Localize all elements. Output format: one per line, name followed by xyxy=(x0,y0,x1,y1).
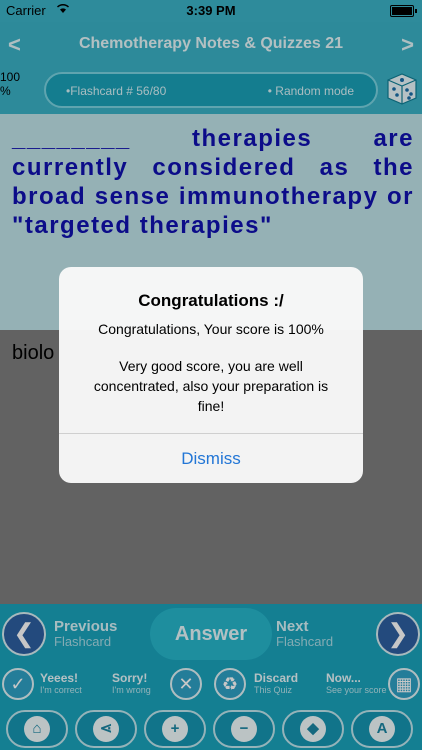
grading-row: ✓ Yeees! I'm correct Sorry! I'm wrong ✕ … xyxy=(0,664,422,706)
zoom-in-button[interactable]: + xyxy=(144,710,206,748)
answer-text: biolo xyxy=(12,342,55,364)
next-label: Next xyxy=(276,618,309,635)
correct-label: Yeees! xyxy=(40,671,79,685)
flashcard-info-bar: 100 % •Flashcard # 56/80 • Random mode xyxy=(0,68,422,114)
bucket-icon: ◆ xyxy=(300,716,326,742)
check-icon: ✓ xyxy=(2,668,34,700)
alert-title: Congratulations :/ xyxy=(138,291,284,310)
see-score-button[interactable]: Now... See your score ▦ xyxy=(320,664,422,704)
chart-icon: ▦ xyxy=(388,668,420,700)
question-text: ________ therapies are currently conside… xyxy=(12,125,414,239)
chevron-right-icon: ❯ xyxy=(376,612,420,656)
previous-sublabel: Flashcard xyxy=(54,634,112,649)
discard-sublabel: This Quiz xyxy=(254,685,293,695)
dice-icon[interactable] xyxy=(384,70,418,106)
mode-label: • Random mode xyxy=(267,84,354,98)
recycle-icon: ♻ xyxy=(214,668,246,700)
congratulations-alert: Congratulations :/ Congratulations, Your… xyxy=(59,267,363,483)
forward-arrow-icon[interactable]: > xyxy=(401,32,414,58)
alert-feedback-message: Very good score, you are well concentrat… xyxy=(93,358,329,414)
status-bar: Carrier 3:39 PM xyxy=(0,0,422,22)
flashcard-counter: •Flashcard # 56/80 xyxy=(66,84,167,98)
zoom-out-icon: − xyxy=(231,716,257,742)
dismiss-button[interactable]: Dismiss xyxy=(59,434,363,483)
share-button[interactable]: ⋖ xyxy=(75,710,137,748)
zoom-out-button[interactable]: − xyxy=(213,710,275,748)
home-button[interactable]: ⌂ xyxy=(6,710,68,748)
toolbar: ⌂ ⋖ + − ◆ A xyxy=(0,708,422,750)
chevron-left-icon: ❮ xyxy=(2,612,46,656)
previous-label: Previous xyxy=(54,618,118,635)
discard-quiz-button[interactable]: ♻ Discard This Quiz xyxy=(214,664,317,704)
navigation-bar: < Chemotherapy Notes & Quizzes 21 > xyxy=(0,22,422,68)
flashcard-nav-row: ❮ Previous Flashcard Answer Next Flashca… xyxy=(0,604,422,662)
share-icon: ⋖ xyxy=(93,716,119,742)
flashcard-pill: •Flashcard # 56/80 • Random mode xyxy=(44,72,378,108)
page-title: Chemotherapy Notes & Quizzes 21 xyxy=(78,35,344,52)
next-flashcard-button[interactable]: Next Flashcard ❯ xyxy=(270,608,420,660)
x-icon: ✕ xyxy=(170,668,202,700)
zoom-in-icon: + xyxy=(162,716,188,742)
home-icon: ⌂ xyxy=(24,716,50,742)
battery-icon xyxy=(390,5,417,17)
score-label: Now... xyxy=(326,671,361,685)
next-sublabel: Flashcard xyxy=(276,634,334,649)
bottom-controls: ❮ Previous Flashcard Answer Next Flashca… xyxy=(0,604,422,750)
font-icon: A xyxy=(369,716,395,742)
score-unit: % xyxy=(0,84,11,98)
wrong-sublabel: I'm wrong xyxy=(112,685,151,695)
answer-button[interactable]: Answer xyxy=(150,608,272,660)
font-button[interactable]: A xyxy=(351,710,413,748)
clock: 3:39 PM xyxy=(186,3,236,18)
theme-button[interactable]: ◆ xyxy=(282,710,344,748)
score-indicator: 100 % xyxy=(0,70,20,98)
score-sublabel: See your score xyxy=(326,685,387,695)
discard-label: Discard xyxy=(254,671,299,685)
alert-score-message: Congratulations, Your score is 100% xyxy=(98,321,324,337)
wrong-label: Sorry! xyxy=(112,671,148,685)
correct-button[interactable]: ✓ Yeees! I'm correct xyxy=(2,664,105,704)
previous-flashcard-button[interactable]: ❮ Previous Flashcard xyxy=(2,608,152,660)
score-value: 100 xyxy=(0,70,21,84)
correct-sublabel: I'm correct xyxy=(40,685,82,695)
wrong-button[interactable]: Sorry! I'm wrong ✕ xyxy=(108,664,211,704)
